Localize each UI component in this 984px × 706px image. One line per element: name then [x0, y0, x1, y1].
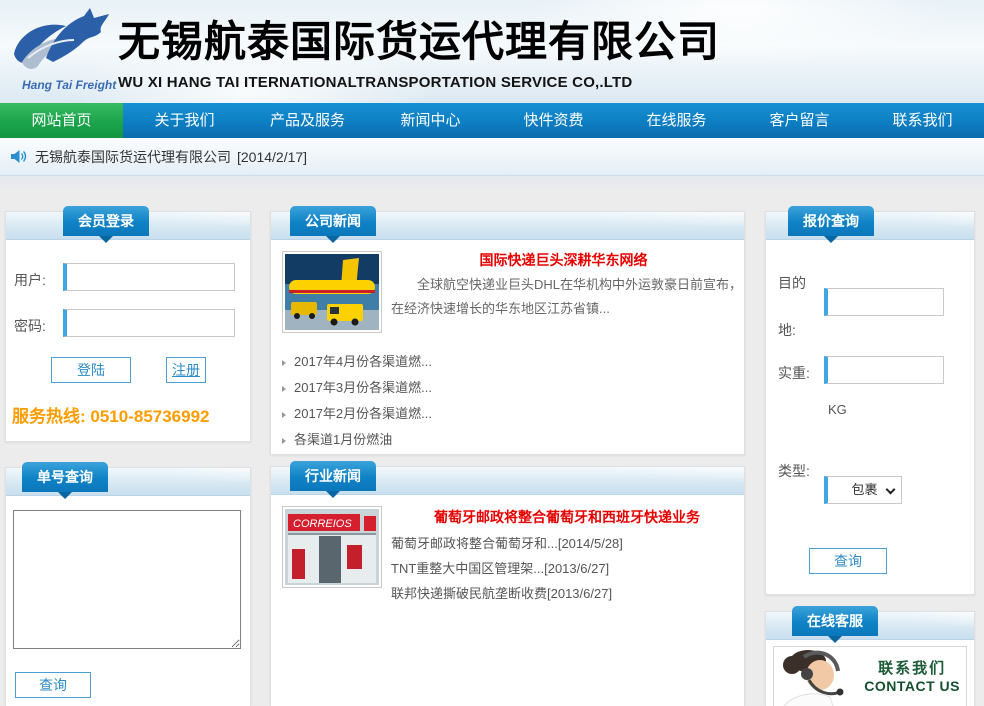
destination-label: 目的地: — [778, 260, 816, 354]
announcement-date: [2014/2/17] — [237, 149, 307, 165]
customer-service-agent-image — [774, 647, 866, 706]
company-news-item-label: 2017年3月份各渠道燃... — [294, 380, 432, 395]
quote-panel-tab: 报价查询 — [788, 206, 874, 236]
company-news-summary-1: 全球航空快递业巨头DHL在华机构中外运敦豪日前宣布， — [391, 274, 743, 296]
tracking-panel-tab: 单号查询 — [22, 462, 108, 492]
company-news-item-label: 2017年4月份各渠道燃... — [294, 354, 432, 369]
company-news-header: 公司新闻 — [271, 212, 744, 240]
username-field[interactable] — [63, 263, 235, 291]
announcement-text[interactable]: 无锡航泰国际货运代理有限公司 — [35, 147, 231, 167]
password-label: 密码: — [14, 316, 46, 336]
announcement-bar: 无锡航泰国际货运代理有限公司 [2014/2/17] — [0, 138, 984, 176]
bullet-triangle-icon — [282, 438, 286, 444]
nav-item-online-service[interactable]: 在线服务 — [615, 103, 738, 138]
main-nav: 网站首页 关于我们 产品及服务 新闻中心 快件资费 在线服务 客户留言 联系我们 — [0, 103, 984, 138]
industry-news-tab: 行业新闻 — [290, 461, 376, 491]
online-service-header: 在线客服 — [766, 612, 974, 640]
password-field[interactable] — [63, 309, 235, 337]
company-title: 无锡航泰国际货运代理有限公司 — [118, 8, 720, 69]
title-block: 无锡航泰国际货运代理有限公司 WU XI HANG TAI ITERNATION… — [118, 8, 720, 91]
login-panel-header: 会员登录 — [6, 212, 250, 240]
company-news-item-label: 各渠道1月份燃油 — [294, 432, 392, 447]
company-news-item-label: 2017年2月份各渠道燃... — [294, 406, 432, 421]
bullet-triangle-icon — [282, 386, 286, 392]
tracking-panel: 单号查询 查询 — [5, 467, 251, 706]
weight-label: 实重: — [778, 350, 816, 397]
industry-news-list: 葡萄牙邮政将整合葡萄牙和...[2014/5/28] TNT重整大中国区管理架.… — [391, 531, 623, 606]
nav-item-contact[interactable]: 联系我们 — [861, 103, 984, 138]
nav-item-news[interactable]: 新闻中心 — [369, 103, 492, 138]
bullet-triangle-icon — [282, 360, 286, 366]
company-news-item[interactable]: 2017年2月份各渠道燃... — [282, 401, 734, 427]
industry-news-thumbnail[interactable]: CORREIOS — [282, 506, 382, 588]
industry-news-item[interactable]: 葡萄牙邮政将整合葡萄牙和...[2014/5/28] — [391, 531, 623, 556]
industry-news-item[interactable]: 联邦快递撕破民航垄断收费[2013/6/27] — [391, 581, 623, 606]
company-news-panel: 公司新闻 国际快递巨头深耕华东网络 全球航空快递业巨头DHL在华机构中外运敦豪日… — [270, 211, 745, 455]
weight-unit-label: KG — [828, 402, 847, 417]
tracking-panel-header: 单号查询 — [6, 468, 250, 496]
nav-item-products[interactable]: 产品及服务 — [246, 103, 369, 138]
nav-item-about[interactable]: 关于我们 — [123, 103, 246, 138]
tracking-number-textarea[interactable] — [13, 510, 241, 649]
type-select[interactable]: 包裹 — [824, 476, 902, 504]
industry-news-header: 行业新闻 — [271, 467, 744, 495]
destination-field[interactable] — [824, 288, 944, 316]
type-label: 类型: — [778, 448, 816, 495]
nav-item-guestbook[interactable]: 客户留言 — [738, 103, 861, 138]
speaker-icon — [10, 149, 27, 164]
online-service-tab: 在线客服 — [792, 606, 878, 636]
quote-panel: 报价查询 目的地: 实重: KG 类型: 包裹 查询 — [765, 211, 975, 595]
company-news-list: 2017年4月份各渠道燃... 2017年3月份各渠道燃... 2017年2月份… — [282, 349, 734, 453]
contact-us-en: CONTACT US — [864, 678, 960, 694]
contact-us-banner[interactable]: 联系我们 CONTACT US — [773, 646, 967, 706]
login-panel: 会员登录 用户: 密码: 登陆 注册 服务热线: 0510-85736992 — [5, 211, 251, 442]
horse-logo-icon — [8, 6, 114, 76]
industry-news-item[interactable]: TNT重整大中国区管理架...[2013/6/27] — [391, 556, 623, 581]
contact-us-cn: 联系我们 — [864, 657, 960, 678]
bullet-triangle-icon — [282, 412, 286, 418]
quote-panel-header: 报价查询 — [766, 212, 974, 240]
logo-caption: Hang Tai Freight — [22, 78, 116, 92]
type-select-value: 包裹 — [851, 482, 877, 497]
register-button[interactable]: 注册 — [166, 357, 206, 383]
nav-item-home[interactable]: 网站首页 — [0, 103, 123, 138]
company-news-item[interactable]: 各渠道1月份燃油 — [282, 427, 734, 453]
login-panel-tab: 会员登录 — [63, 206, 149, 236]
online-service-panel: 在线客服 联系我们 CONTACT US — [765, 611, 975, 706]
contact-text-block: 联系我们 CONTACT US — [864, 657, 960, 694]
chevron-down-icon — [886, 485, 896, 495]
login-button[interactable]: 登陆 — [51, 357, 131, 383]
industry-news-panel: 行业新闻 CORREIOS 葡萄牙邮政将整合葡萄牙和西班牙快递业务 葡萄牙邮政将… — [270, 466, 745, 706]
content-top-fade — [0, 176, 984, 192]
company-news-summary-2: 在经济快速增长的华东地区江苏省镇... — [391, 298, 743, 320]
company-logo: Hang Tai Freight — [8, 6, 114, 98]
nav-item-rates[interactable]: 快件资费 — [492, 103, 615, 138]
site-header: Hang Tai Freight 无锡航泰国际货运代理有限公司 WU XI HA… — [0, 0, 984, 103]
weight-field[interactable] — [824, 356, 944, 384]
correios-sign-text: CORREIOS — [293, 518, 352, 530]
company-news-item[interactable]: 2017年3月份各渠道燃... — [282, 375, 734, 401]
dhl-plane-image — [285, 254, 379, 330]
service-hotline: 服务热线: 0510-85736992 — [12, 402, 210, 427]
company-news-tab: 公司新闻 — [290, 206, 376, 236]
company-news-thumbnail[interactable] — [282, 251, 382, 333]
company-news-item[interactable]: 2017年4月份各渠道燃... — [282, 349, 734, 375]
quote-query-button[interactable]: 查询 — [809, 548, 887, 574]
company-subtitle: WU XI HANG TAI ITERNATIONALTRANSPORTATIO… — [118, 74, 720, 91]
username-label: 用户: — [14, 270, 46, 290]
tracking-query-button[interactable]: 查询 — [15, 672, 91, 698]
company-news-headline[interactable]: 国际快递巨头深耕华东网络 — [391, 250, 736, 270]
industry-news-headline[interactable]: 葡萄牙邮政将整合葡萄牙和西班牙快递业务 — [391, 507, 743, 527]
correios-store-image: CORREIOS — [285, 509, 379, 585]
